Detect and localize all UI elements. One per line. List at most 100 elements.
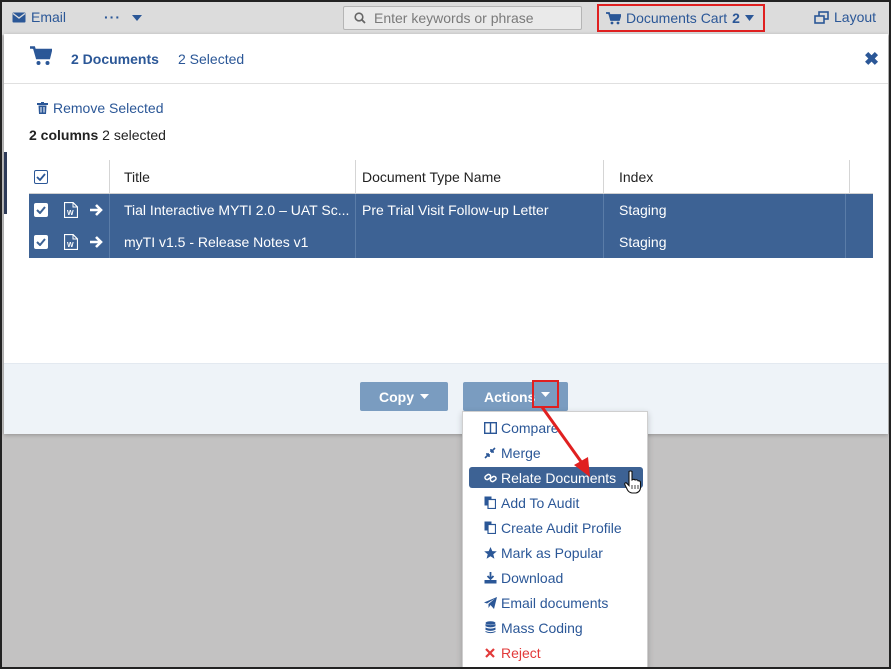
hand-cursor-icon	[624, 470, 642, 494]
column-separator	[355, 160, 356, 194]
documents-table: Title Document Type Name Index W Tial In…	[29, 160, 873, 258]
cell-title: Tial Interactive MYTI 2.0 – UAT Sc...	[124, 202, 350, 218]
search-input[interactable]	[374, 10, 564, 26]
cell-index: Staging	[619, 202, 667, 218]
menu-item-label: Download	[501, 569, 564, 586]
selected-count-tab[interactable]: 2 Selected	[178, 51, 244, 67]
menu-item-mass-coding[interactable]: Mass Coding	[469, 617, 643, 638]
close-icon[interactable]: ✖	[864, 49, 879, 70]
menu-item-add-to-audit[interactable]: Add To Audit	[469, 492, 643, 513]
menu-item-email-documents[interactable]: Email documents	[469, 592, 643, 613]
layout-button[interactable]: Layout	[814, 9, 876, 25]
menu-item-download[interactable]: Download	[469, 567, 643, 588]
link-icon	[483, 472, 497, 484]
more-label: ···	[104, 9, 121, 25]
envelope-icon	[12, 12, 26, 22]
menu-item-label: Create Audit Profile	[501, 519, 622, 536]
copy-button[interactable]: Copy	[360, 382, 448, 411]
menu-item-label: Reject	[501, 644, 541, 661]
panel-header: 2 Documents 2 Selected ✖	[4, 34, 888, 84]
table-row[interactable]: W myTI v1.5 - Release Notes v1 Staging	[29, 226, 873, 258]
checkbox[interactable]	[34, 170, 48, 184]
column-separator	[603, 160, 604, 194]
header-index[interactable]: Index	[619, 160, 653, 194]
download-icon	[483, 571, 497, 584]
database-icon	[483, 621, 497, 634]
copy-icon	[483, 496, 497, 509]
arrow-right-icon[interactable]	[89, 226, 104, 258]
times-icon	[483, 647, 497, 658]
cell-document-type: Pre Trial Visit Follow-up Letter	[362, 202, 549, 218]
column-separator	[109, 226, 110, 258]
menu-item-label: Relate Documents	[501, 469, 617, 486]
columns-count: 2 columns	[29, 127, 99, 143]
menu-item-mark-as-popular[interactable]: Mark as Popular	[469, 542, 643, 563]
menu-item-reject[interactable]: Reject	[469, 642, 643, 663]
cell-document-type	[362, 226, 600, 258]
menu-item-compare[interactable]: Compare	[469, 417, 643, 438]
menu-item-label: Email documents	[501, 594, 609, 611]
actions-dropdown-toggle[interactable]	[532, 380, 559, 408]
column-separator	[355, 194, 356, 226]
documents-cart-button[interactable]: Documents Cart 2	[597, 4, 765, 32]
menu-item-label: Add To Audit	[501, 494, 580, 511]
check-icon	[36, 206, 46, 214]
compress-icon	[483, 446, 497, 459]
table-row[interactable]: W Tial Interactive MYTI 2.0 – UAT Sc... …	[29, 194, 873, 226]
email-button[interactable]: Email	[12, 9, 66, 25]
word-file-icon[interactable]: W	[64, 194, 78, 226]
columns-selected: 2 selected	[102, 127, 166, 143]
menu-item-label: Mark as Popular	[501, 544, 603, 561]
layout-icon	[814, 10, 829, 24]
actions-label: Actions	[484, 388, 536, 405]
layout-label: Layout	[834, 9, 877, 25]
menu-item-label: Mass Coding	[501, 619, 583, 636]
cell-index: Staging	[619, 234, 667, 250]
remove-selected-button[interactable]: Remove Selected	[37, 100, 164, 116]
header-title[interactable]: Title	[124, 160, 150, 194]
menu-item-create-audit-profile[interactable]: Create Audit Profile	[469, 517, 643, 538]
row-checkbox[interactable]	[34, 194, 48, 226]
column-separator	[109, 194, 110, 226]
column-separator	[355, 226, 356, 258]
actions-dropdown-menu: Compare Merge Relate Documents Add To Au…	[462, 411, 648, 669]
svg-text:W: W	[67, 210, 74, 217]
menu-item-relate-documents[interactable]: Relate Documents	[469, 467, 643, 488]
caret-down-icon	[131, 15, 142, 22]
search-icon	[354, 12, 366, 24]
check-icon	[36, 173, 46, 181]
star-icon	[483, 546, 497, 559]
menu-item-label: Merge	[501, 444, 541, 461]
shopping-cart-icon	[606, 11, 621, 24]
shopping-cart-icon	[30, 46, 52, 65]
select-all-checkbox[interactable]	[34, 160, 48, 194]
documents-count-tab[interactable]: 2 Documents	[71, 51, 159, 67]
column-separator	[603, 194, 604, 226]
caret-down-icon	[744, 15, 754, 21]
cart-count: 2	[732, 10, 740, 26]
caret-down-icon	[541, 391, 550, 397]
column-separator	[603, 226, 604, 258]
documents-cart-panel: 2 Documents 2 Selected ✖ Remove Selected…	[4, 34, 888, 434]
word-file-icon[interactable]: W	[64, 226, 78, 258]
more-menu-button[interactable]: ···	[104, 9, 142, 25]
column-separator	[845, 194, 846, 226]
email-label: Email	[31, 9, 67, 25]
menu-item-merge[interactable]: Merge	[469, 442, 643, 463]
arrow-right-icon[interactable]	[89, 194, 104, 226]
search-box[interactable]	[343, 6, 582, 30]
menu-item-label: Compare	[501, 419, 559, 436]
svg-text:W: W	[67, 242, 74, 249]
cart-label: Documents Cart	[626, 10, 728, 26]
columns-icon	[483, 421, 497, 434]
column-info: 2 columns 2 selected	[29, 127, 166, 143]
column-separator	[845, 226, 846, 258]
table-header: Title Document Type Name Index	[29, 160, 873, 194]
row-checkbox[interactable]	[34, 226, 48, 258]
header-document-type[interactable]: Document Type Name	[362, 160, 501, 194]
paper-plane-icon	[483, 596, 497, 609]
copy-label: Copy	[379, 388, 414, 405]
remove-selected-label: Remove Selected	[53, 100, 164, 116]
cell-title: myTI v1.5 - Release Notes v1	[124, 234, 309, 250]
copy-icon	[483, 521, 497, 534]
